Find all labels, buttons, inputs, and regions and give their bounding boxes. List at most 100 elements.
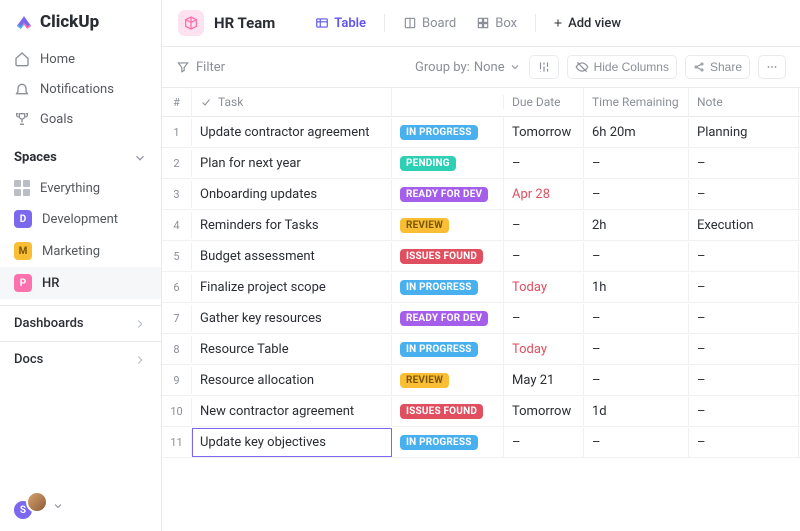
- spaces-header[interactable]: Spaces: [0, 142, 161, 173]
- more-button[interactable]: [758, 55, 786, 79]
- due-date-cell[interactable]: Tomorrow: [504, 397, 584, 426]
- status-badge: REVIEW: [400, 218, 449, 233]
- table-row[interactable]: 9Resource allocationREVIEWMay 21––: [162, 365, 800, 396]
- task-name-cell[interactable]: Update key objectives: [192, 428, 392, 457]
- task-name-cell[interactable]: Update contractor agreement: [192, 118, 392, 147]
- time-remaining-cell[interactable]: –: [584, 366, 689, 395]
- clickup-logo-icon: [14, 12, 34, 32]
- table-row[interactable]: 8Resource TableIN PROGRESSToday––: [162, 334, 800, 365]
- share-button[interactable]: Share: [685, 55, 750, 79]
- status-cell[interactable]: READY FOR DEV: [392, 179, 504, 209]
- table-row[interactable]: 5Budget assessmentISSUES FOUND–––: [162, 241, 800, 272]
- nav-notifications[interactable]: Notifications: [0, 74, 161, 104]
- note-cell[interactable]: –: [689, 397, 799, 426]
- status-cell[interactable]: ISSUES FOUND: [392, 396, 504, 426]
- note-cell[interactable]: Planning: [689, 118, 799, 147]
- note-cell[interactable]: –: [689, 304, 799, 333]
- col-time[interactable]: Time Remaining: [584, 88, 689, 116]
- col-status[interactable]: [392, 95, 504, 109]
- view-tab-box[interactable]: Box: [474, 12, 519, 35]
- time-remaining-cell[interactable]: 2h: [584, 211, 689, 240]
- status-cell[interactable]: IN PROGRESS: [392, 427, 504, 457]
- filter-button[interactable]: Filter: [176, 60, 225, 75]
- time-remaining-cell[interactable]: –: [584, 149, 689, 178]
- time-remaining-cell[interactable]: –: [584, 428, 689, 457]
- view-tab-table[interactable]: Table: [313, 12, 368, 35]
- time-remaining-cell[interactable]: 1d: [584, 397, 689, 426]
- note-cell[interactable]: –: [689, 149, 799, 178]
- groupby-button[interactable]: Group by: None: [415, 60, 521, 75]
- note-cell[interactable]: –: [689, 273, 799, 302]
- table-row[interactable]: 1Update contractor agreementIN PROGRESST…: [162, 117, 800, 148]
- space-everything[interactable]: Everything: [0, 173, 161, 203]
- time-remaining-cell[interactable]: 6h 20m: [584, 118, 689, 147]
- table-row[interactable]: 4Reminders for TasksREVIEW–2hExecution: [162, 210, 800, 241]
- docs-section[interactable]: Docs: [0, 341, 161, 377]
- status-cell[interactable]: IN PROGRESS: [392, 117, 504, 147]
- status-cell[interactable]: REVIEW: [392, 365, 504, 395]
- status-cell[interactable]: READY FOR DEV: [392, 303, 504, 333]
- status-cell[interactable]: IN PROGRESS: [392, 272, 504, 302]
- col-due[interactable]: Due Date: [504, 88, 584, 116]
- time-remaining-cell[interactable]: –: [584, 304, 689, 333]
- space-item-marketing[interactable]: MMarketing: [0, 235, 161, 267]
- sort-settings-button[interactable]: [529, 55, 559, 79]
- task-name-cell[interactable]: Onboarding updates: [192, 180, 392, 209]
- note-cell[interactable]: –: [689, 366, 799, 395]
- task-name-cell[interactable]: Reminders for Tasks: [192, 211, 392, 240]
- task-name-cell[interactable]: Resource allocation: [192, 366, 392, 395]
- time-remaining-cell[interactable]: –: [584, 180, 689, 209]
- status-cell[interactable]: ISSUES FOUND: [392, 241, 504, 271]
- col-task[interactable]: Task: [192, 88, 392, 116]
- status-cell[interactable]: IN PROGRESS: [392, 334, 504, 364]
- table-row[interactable]: 11Update key objectivesIN PROGRESS–––: [162, 427, 800, 458]
- note-cell[interactable]: –: [689, 428, 799, 457]
- due-date-cell[interactable]: Tomorrow: [504, 118, 584, 147]
- table-row[interactable]: 2Plan for next yearPENDING–––: [162, 148, 800, 179]
- table-row[interactable]: 10New contractor agreementISSUES FOUNDTo…: [162, 396, 800, 427]
- table-row[interactable]: 3Onboarding updatesREADY FOR DEVApr 28––: [162, 179, 800, 210]
- col-note[interactable]: Note: [689, 88, 799, 116]
- col-num[interactable]: #: [162, 89, 192, 116]
- task-name-cell[interactable]: Resource Table: [192, 335, 392, 364]
- task-name-cell[interactable]: Finalize project scope: [192, 273, 392, 302]
- view-tab-board[interactable]: Board: [401, 12, 458, 35]
- time-remaining-cell[interactable]: –: [584, 242, 689, 271]
- due-date-cell[interactable]: Apr 28: [504, 180, 584, 209]
- due-date-cell[interactable]: May 21: [504, 366, 584, 395]
- view-tab-table-label: Table: [334, 16, 366, 31]
- task-name-cell[interactable]: New contractor agreement: [192, 397, 392, 426]
- note-cell[interactable]: –: [689, 335, 799, 364]
- task-name-cell[interactable]: Budget assessment: [192, 242, 392, 271]
- table-row[interactable]: 6Finalize project scopeIN PROGRESSToday1…: [162, 272, 800, 303]
- add-view-button[interactable]: Add view: [552, 16, 621, 31]
- due-date-cell[interactable]: –: [504, 428, 584, 457]
- team-badge[interactable]: [178, 10, 204, 36]
- time-remaining-cell[interactable]: 1h: [584, 273, 689, 302]
- due-date-cell[interactable]: –: [504, 242, 584, 271]
- note-cell[interactable]: Execution: [689, 211, 799, 240]
- due-date-cell[interactable]: –: [504, 304, 584, 333]
- nav-goals[interactable]: Goals: [0, 104, 161, 134]
- hide-columns-button[interactable]: Hide Columns: [567, 55, 677, 79]
- user-avatars[interactable]: S: [0, 481, 161, 531]
- due-date-cell[interactable]: –: [504, 211, 584, 240]
- space-item-development[interactable]: DDevelopment: [0, 203, 161, 235]
- nav-home[interactable]: Home: [0, 44, 161, 74]
- space-item-hr[interactable]: PHR: [0, 267, 161, 299]
- task-name-cell[interactable]: Gather key resources: [192, 304, 392, 333]
- logo[interactable]: ClickUp: [0, 0, 161, 42]
- note-cell[interactable]: –: [689, 242, 799, 271]
- due-date-cell[interactable]: –: [504, 149, 584, 178]
- status-cell[interactable]: PENDING: [392, 148, 504, 178]
- avatar[interactable]: [26, 491, 48, 513]
- note-cell[interactable]: –: [689, 180, 799, 209]
- status-cell[interactable]: REVIEW: [392, 210, 504, 240]
- task-name-cell[interactable]: Plan for next year: [192, 149, 392, 178]
- table-row[interactable]: 7Gather key resourcesREADY FOR DEV–––: [162, 303, 800, 334]
- time-remaining-cell[interactable]: –: [584, 335, 689, 364]
- due-date-cell[interactable]: Today: [504, 273, 584, 302]
- due-date-cell[interactable]: Today: [504, 335, 584, 364]
- space-badge: P: [14, 274, 32, 292]
- dashboards-section[interactable]: Dashboards: [0, 305, 161, 341]
